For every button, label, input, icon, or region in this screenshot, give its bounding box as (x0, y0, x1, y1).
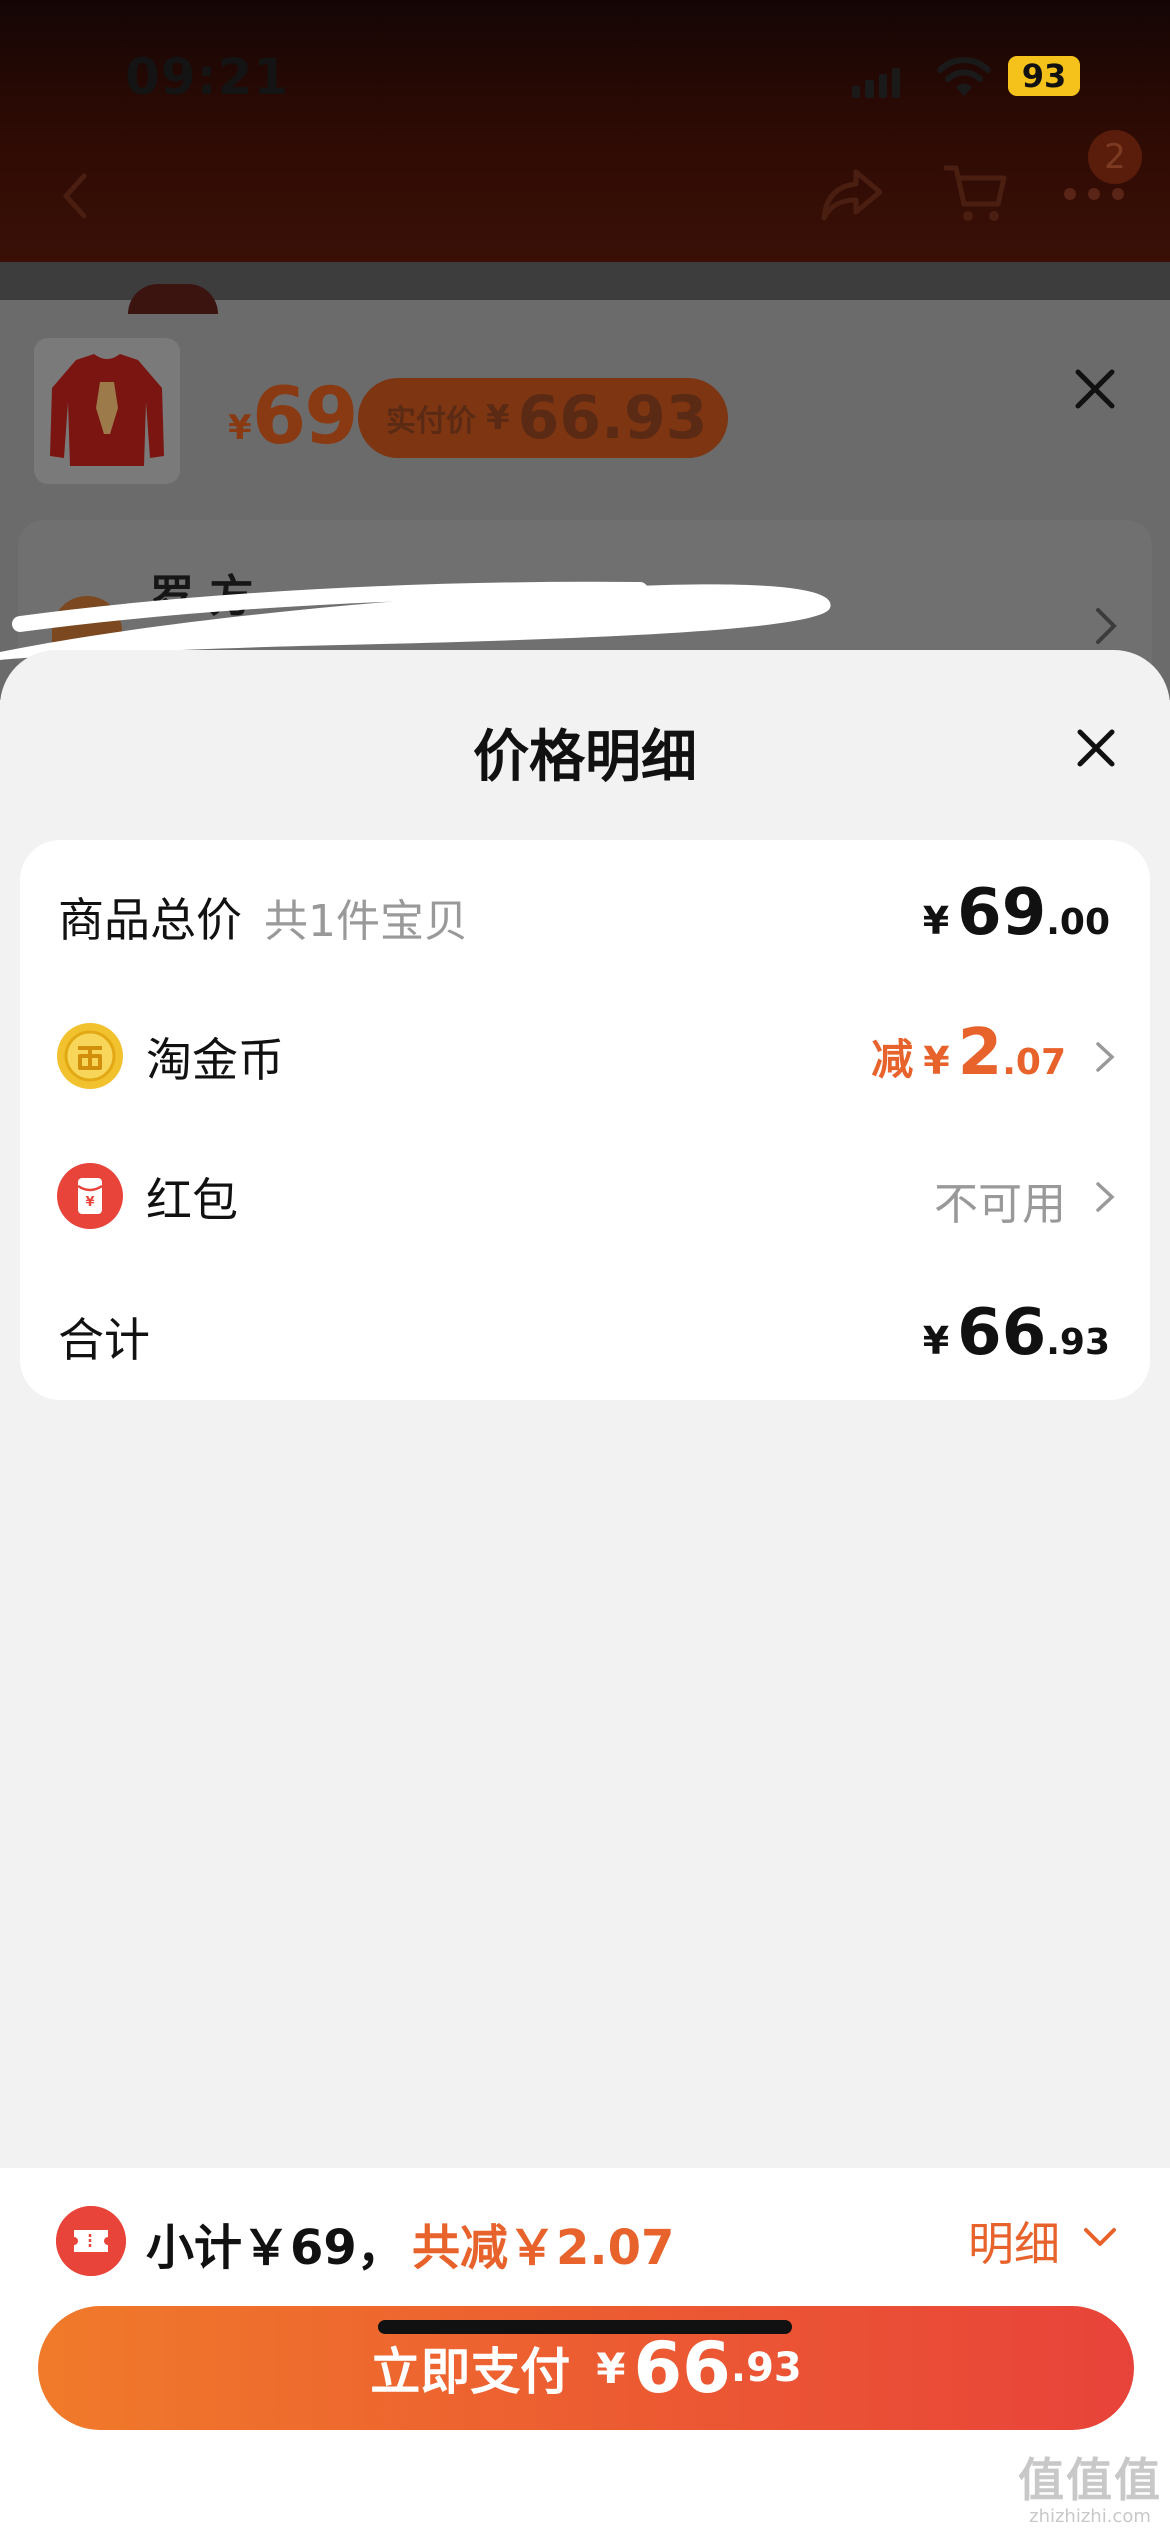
chevron-right-icon (1096, 1042, 1115, 1072)
subtotal-text: 小计￥69， (146, 2220, 405, 2276)
product-thumbnail (34, 338, 180, 484)
cellular-signal-icon (852, 64, 900, 98)
realpay-label: 实付价 (386, 404, 476, 439)
total-price: ¥ 66 .93 (923, 1296, 1110, 1370)
sku-close-icon[interactable] (1072, 366, 1118, 412)
back-icon[interactable] (56, 170, 96, 222)
summary-row: 小计￥69， 共减￥2.07 明细 (0, 2168, 1170, 2298)
price-decimal: .00 (1046, 902, 1110, 943)
watermark-url: zhizhizhi.com (1029, 2506, 1151, 2527)
saved-amount: 共减￥2.07 (412, 2220, 675, 2276)
close-icon[interactable] (1076, 728, 1116, 768)
price-decimal: .93 (1046, 1322, 1110, 1363)
red-packet-icon: ¥ (57, 1163, 123, 1229)
more-icon[interactable] (1064, 188, 1124, 202)
currency-symbol: ¥ (923, 1039, 950, 1083)
currency-symbol: ¥ (922, 1319, 950, 1363)
sweater-image (34, 338, 180, 484)
status-time: 09:21 (125, 48, 290, 106)
sheet-title: 价格明细 (473, 725, 697, 790)
realpay-badge: 实付价 ¥ 66.93 (358, 378, 728, 458)
detail-toggle[interactable]: 明细 (968, 2208, 1060, 2274)
cart-icon[interactable] (942, 162, 1008, 224)
sku-price: 69 (252, 372, 359, 462)
pay-currency: ¥ (596, 2343, 626, 2393)
wifi-icon (937, 57, 991, 96)
goods-total-label: 商品总价 共1件宝贝 (58, 884, 468, 950)
price-integer: 69 (957, 876, 1047, 950)
price-integer: 2 (957, 1016, 1003, 1090)
app-header: 09:21 93 2 (0, 0, 1170, 262)
coin-discount-amount: 减 ¥ 2 .07 (871, 1016, 1066, 1090)
coupon-icon (56, 2206, 126, 2276)
price-integer: 66 (957, 1296, 1047, 1370)
svg-text:¥: ¥ (85, 1195, 94, 1210)
total-row: 合计 ¥ 66 .93 (20, 1260, 1150, 1400)
pay-amount-decimal: .93 (730, 2345, 802, 2391)
goods-total-text: 商品总价 (58, 893, 242, 947)
shop-avatar (128, 284, 218, 314)
currency-symbol: ¥ (922, 899, 950, 943)
item-count: 共1件宝贝 (264, 896, 468, 947)
coin-discount-row[interactable]: 淘金币 减 ¥ 2 .07 (20, 980, 1150, 1120)
battery-indicator: 93 (1008, 56, 1080, 96)
price-decimal: .07 (1002, 1042, 1066, 1083)
nav-bar: 2 (0, 130, 1170, 262)
home-indicator[interactable] (378, 2320, 792, 2334)
checkout-bar: 小计￥69， 共减￥2.07 明细 立即支付 ¥ 66 .93 (0, 2168, 1170, 2532)
realpay-currency: ¥ (486, 398, 510, 438)
status-bar: 09:21 93 (0, 0, 1170, 150)
sku-price-currency: ¥ (228, 408, 252, 448)
goods-total-row: 商品总价 共1件宝贝 ¥ 69 .00 (20, 840, 1150, 980)
coin-label: 淘金币 (146, 1033, 284, 1087)
pay-label: 立即支付 (370, 2343, 571, 2401)
discount-label: 减 (871, 1035, 914, 1084)
watermark: 值值值 zhizhizhi.com (1016, 2444, 1164, 2527)
pay-amount-integer: 66 (633, 2327, 731, 2409)
chevron-down-icon[interactable] (1082, 2226, 1118, 2250)
share-icon[interactable] (820, 164, 884, 224)
red-packet-row[interactable]: ¥ 红包 不可用 (20, 1120, 1150, 1260)
red-packet-status: 不可用 (934, 1179, 1066, 1230)
watermark-logo: 值值值 (1018, 2453, 1162, 2507)
realpay-value: 66.93 (517, 383, 708, 453)
red-packet-label: 红包 (146, 1173, 238, 1227)
address-chevron-icon (1096, 608, 1117, 644)
total-label: 合计 (58, 1313, 150, 1367)
message-count-badge: 2 (1088, 130, 1142, 184)
chevron-right-icon (1096, 1182, 1115, 1212)
goods-total-price: ¥ 69 .00 (923, 876, 1110, 950)
price-detail-card: 商品总价 共1件宝贝 ¥ 69 .00 淘金币 减 ¥ 2 .07 ¥ 红包 不… (20, 840, 1150, 1400)
coin-icon (57, 1023, 123, 1089)
